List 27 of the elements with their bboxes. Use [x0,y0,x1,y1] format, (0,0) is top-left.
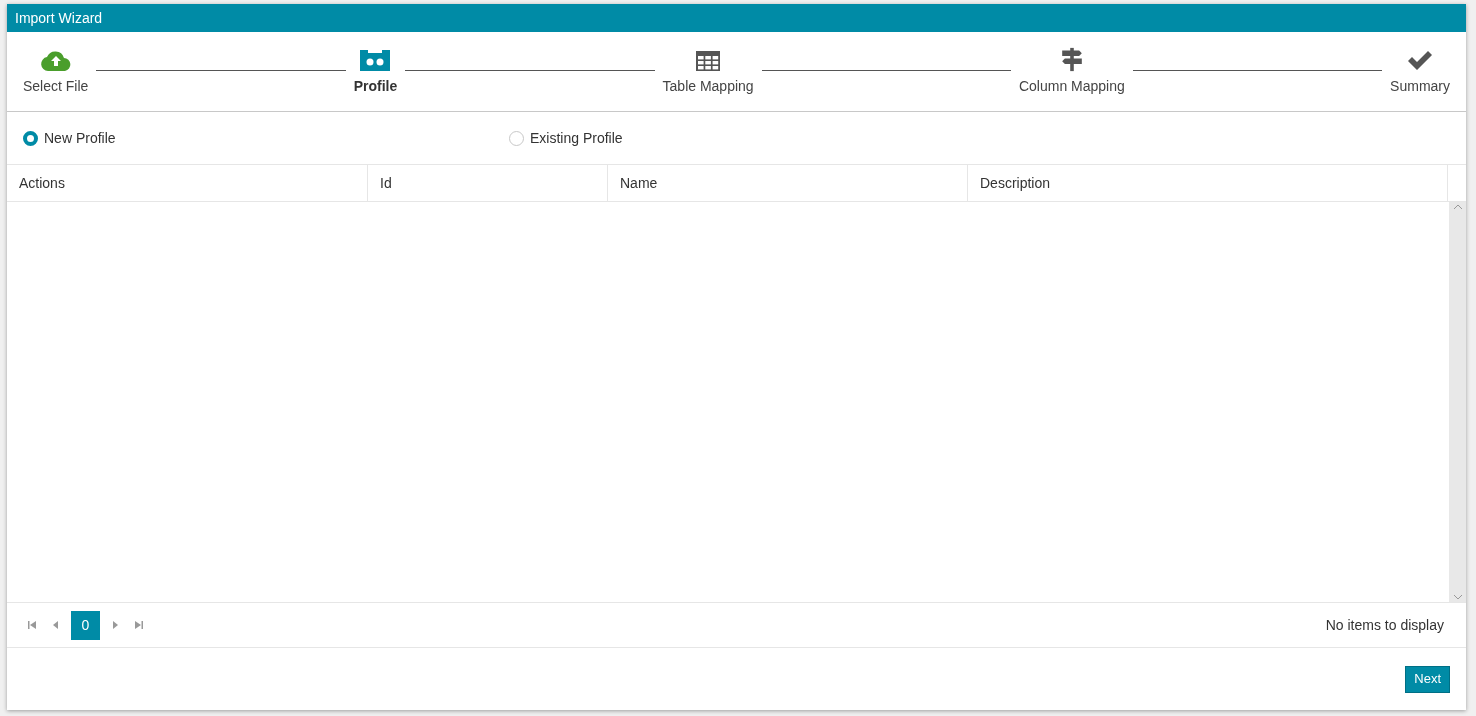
previous-page-icon[interactable] [51,620,61,630]
column-header[interactable]: Id [368,165,608,201]
scroll-down-icon[interactable] [1452,594,1463,600]
page-number[interactable]: 0 [71,610,100,640]
scroll-up-icon[interactable] [1452,204,1463,210]
scrollbar[interactable] [1449,202,1466,602]
last-page-icon[interactable] [134,620,144,630]
radio-button[interactable] [23,130,38,146]
cloud-upload-icon [39,49,72,72]
wizard-step[interactable]: Profile [353,46,398,97]
check-icon [1406,49,1435,72]
profile-icon [359,47,392,72]
table-icon [695,49,722,72]
window-title: Import Wizard [7,4,1466,32]
wizard-step[interactable]: Column Mapping [1018,46,1125,97]
next-page-icon[interactable] [110,620,120,630]
wizard-step[interactable]: Summary [1390,46,1450,97]
next-button[interactable]: Next [1405,665,1450,693]
pager-status: No items to display [1325,615,1444,635]
wizard-step[interactable]: Table Mapping [662,46,754,97]
wizard-step[interactable]: Select File [23,46,89,97]
column-header[interactable]: Description [968,165,1448,201]
first-page-icon[interactable] [27,620,37,630]
radio-option[interactable]: Existing Profile [509,127,995,149]
column-header[interactable]: Actions [7,165,368,201]
column-header[interactable]: Name [608,165,968,201]
radio-option[interactable]: New Profile [23,127,509,149]
